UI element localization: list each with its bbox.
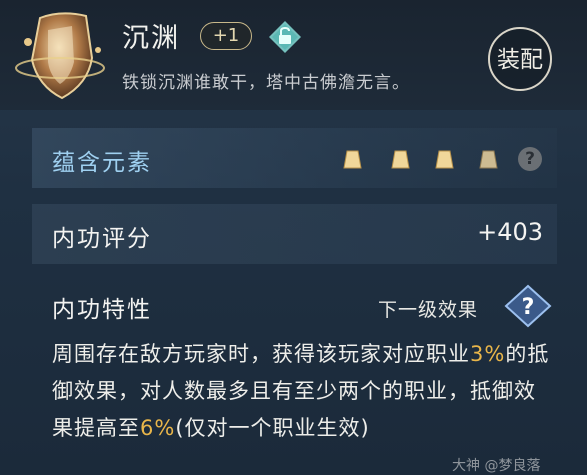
elements-help-icon[interactable]: ?: [518, 147, 542, 171]
trait-description: 周围存在敌方玩家时，获得该玩家对应职业3%的抵御效果，对人数最多且有至少两个的职…: [52, 342, 550, 440]
page-title: 沉渊: [122, 23, 180, 54]
score-label: 内功评分: [52, 226, 152, 252]
equip-button[interactable]: 装配: [488, 27, 552, 91]
subtitle-quote: 铁锁沉渊谁敢干，塔中古佛澹无言。: [122, 73, 410, 93]
elements-label: 蕴含元素: [52, 150, 152, 176]
next-level-effect-link[interactable]: 下一级效果: [378, 295, 478, 322]
score-value: +403: [477, 218, 543, 246]
highlight-percent: 3%: [470, 342, 506, 366]
unlock-icon[interactable]: [268, 20, 302, 54]
score-row: 内功评分 +403: [32, 204, 557, 264]
shield-emblem-icon: [15, 12, 105, 100]
neigong-detail-panel: 沉渊 +1 铁锁沉渊谁敢干，塔中古佛澹无言。 装配 蕴含元素 ? 内功评分 +4…: [0, 0, 587, 475]
element-slot-icon[interactable]: [476, 148, 500, 170]
svg-text:?: ?: [522, 295, 535, 320]
element-slot-icon[interactable]: [388, 148, 412, 170]
element-slot-icon[interactable]: [340, 148, 364, 170]
traits-label: 内功特性: [52, 297, 152, 323]
level-badge: +1: [200, 22, 252, 50]
question-icon[interactable]: ?: [504, 284, 552, 328]
elements-row: 蕴含元素 ?: [32, 128, 557, 188]
watermark: 大神 @梦良落: [452, 458, 541, 474]
header: 沉渊 +1 铁锁沉渊谁敢干，塔中古佛澹无言。 装配: [0, 0, 587, 110]
element-slot-icon[interactable]: [432, 148, 456, 170]
highlight-percent: 6%: [140, 416, 176, 440]
